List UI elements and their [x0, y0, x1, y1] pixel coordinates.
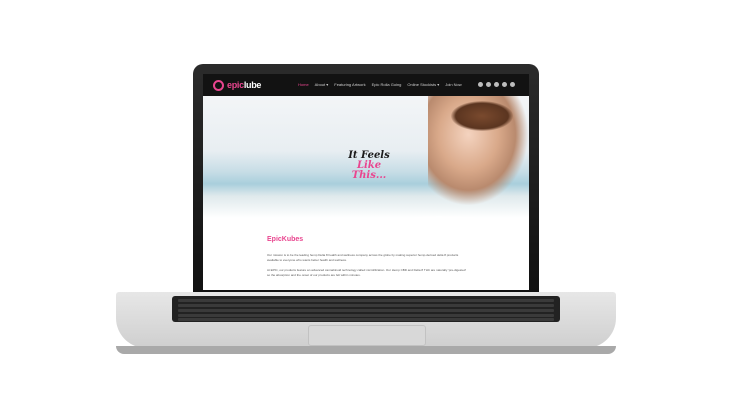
logo-icon — [213, 79, 224, 91]
tagline-line-2: Like This... — [351, 160, 387, 181]
hero-banner: It Feels Like This... — [203, 96, 529, 244]
page-heading: EpicKubes — [267, 236, 304, 243]
menu-item-featuring-artwork[interactable]: Featuring Artwork — [334, 82, 365, 87]
menu-item-home[interactable]: Home — [298, 82, 309, 87]
hero-tagline: It Feels Like This... — [344, 151, 394, 181]
keyboard-row — [178, 299, 554, 302]
keyboard-row — [178, 309, 554, 312]
page-content: EpicKubes Our mission is to be the leadi… — [267, 236, 467, 278]
technology-paragraph: At EPIC, our products feature an advance… — [267, 268, 467, 277]
laptop-trackpad — [308, 325, 426, 346]
site-header: epiclube Home About ▾ Featuring Artwork … — [203, 74, 529, 96]
mission-paragraph: Our mission is to be the leading hemp De… — [267, 253, 459, 262]
laptop-hinge — [116, 346, 616, 354]
menu-item-about[interactable]: About ▾ — [315, 82, 329, 87]
site-logo[interactable]: epiclube — [213, 79, 261, 91]
twitter-icon[interactable] — [494, 82, 499, 87]
keyboard-row — [178, 314, 554, 317]
instagram-icon[interactable] — [478, 82, 483, 87]
hero-photo-hair — [451, 101, 513, 131]
logo-text: epiclube — [227, 80, 262, 90]
tiktok-icon[interactable] — [502, 82, 507, 87]
menu-item-epic-rolla-going[interactable]: Epic Rolla Going — [372, 82, 402, 87]
keyboard-row — [178, 304, 554, 307]
menu-item-join-now[interactable]: Join Now — [445, 82, 461, 87]
browser-screen: epiclube Home About ▾ Featuring Artwork … — [203, 74, 529, 290]
youtube-icon[interactable] — [510, 82, 515, 87]
keyboard-row — [178, 318, 554, 321]
pinterest-icon[interactable] — [486, 82, 491, 87]
social-links — [478, 82, 515, 87]
main-menu: Home About ▾ Featuring Artwork Epic Roll… — [298, 82, 462, 87]
menu-item-online-stockists[interactable]: Online Stockists ▾ — [407, 82, 439, 87]
